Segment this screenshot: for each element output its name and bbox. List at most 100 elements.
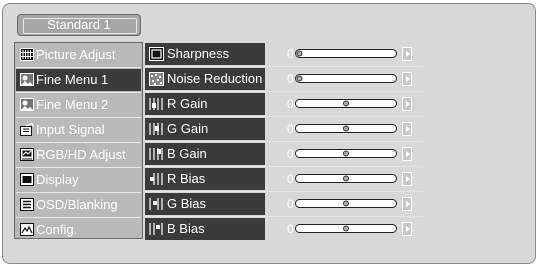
increase-arrow-icon[interactable] — [402, 172, 412, 186]
param-row-b-bias[interactable]: B Bias 0 — [145, 218, 423, 240]
fine-menu-icon — [20, 98, 34, 111]
slider-knob[interactable] — [343, 200, 349, 207]
param-label-box: B Bias — [145, 218, 265, 240]
param-value: 0 — [287, 97, 294, 111]
param-slider[interactable] — [295, 49, 397, 58]
param-label: G Gain — [167, 121, 209, 136]
increase-arrow-icon[interactable] — [402, 97, 412, 111]
sharpness-icon — [149, 47, 164, 61]
menu-divider — [16, 142, 141, 143]
row-divider — [145, 216, 423, 217]
row-divider — [145, 66, 423, 67]
param-label-box: B Gain — [145, 143, 265, 165]
increase-arrow-icon[interactable] — [402, 197, 412, 211]
slider-knob[interactable] — [343, 125, 349, 132]
menu-item-display[interactable]: Display — [16, 169, 141, 191]
display-icon — [20, 173, 34, 186]
param-label: Noise Reduction — [167, 71, 263, 86]
rgb-hd-adjust-icon — [20, 148, 34, 161]
gain-icon — [149, 123, 163, 135]
param-slider[interactable] — [295, 124, 397, 133]
menu-item-input-signal[interactable]: Input Signal — [16, 119, 141, 141]
param-slider[interactable] — [295, 149, 397, 158]
osd-panel: Standard 1 Picture Adjust Fine Menu 1 Fi… — [2, 3, 536, 264]
row-divider — [145, 141, 423, 142]
menu-item-label: Input Signal — [36, 122, 105, 137]
param-row-sharpness[interactable]: Sharpness 0 — [145, 43, 423, 65]
slider-knob[interactable] — [343, 150, 349, 157]
param-row-b-gain[interactable]: B Gain 0 — [145, 143, 423, 165]
increase-arrow-icon[interactable] — [402, 147, 412, 161]
fine-menu-1-parameters: Sharpness 0 Noise Reduction 0 R Gain 0 G… — [145, 42, 423, 240]
input-signal-icon — [20, 123, 34, 136]
menu-item-label: RGB/HD Adjust — [36, 147, 126, 162]
menu-divider — [16, 217, 141, 218]
row-divider — [145, 166, 423, 167]
increase-arrow-icon[interactable] — [402, 47, 412, 61]
bias-icon — [150, 173, 163, 185]
slider-knob[interactable] — [343, 175, 349, 182]
menu-item-rgb-hd-adjust[interactable]: RGB/HD Adjust — [16, 144, 141, 166]
param-slider[interactable] — [295, 99, 397, 108]
slider-knob[interactable] — [343, 100, 349, 107]
param-label-box: Sharpness — [145, 43, 265, 65]
menu-divider — [16, 92, 141, 93]
slider-knob[interactable] — [343, 225, 349, 232]
param-value: 0 — [287, 197, 294, 211]
param-label-box: Noise Reduction — [145, 68, 265, 90]
param-label: R Gain — [167, 96, 208, 111]
menu-item-label: Config. — [36, 222, 78, 237]
param-row-g-bias[interactable]: G Bias 0 — [145, 193, 423, 215]
menu-item-fine-menu-2[interactable]: Fine Menu 2 — [16, 94, 141, 116]
param-value: 0 — [287, 122, 294, 136]
increase-arrow-icon[interactable] — [402, 122, 412, 136]
param-label-box: R Bias — [145, 168, 265, 190]
menu-item-picture-adjust[interactable]: Picture Adjust — [16, 44, 141, 66]
row-divider — [145, 191, 423, 192]
param-slider[interactable] — [295, 174, 397, 183]
menu-item-osd-blanking[interactable]: OSD/Blanking — [16, 194, 141, 216]
param-row-g-gain[interactable]: G Gain 0 — [145, 118, 423, 140]
bias-icon — [149, 223, 163, 235]
param-label-box: R Gain — [145, 93, 265, 115]
config-icon — [20, 223, 34, 236]
picture-adjust-icon — [20, 48, 34, 61]
param-value: 0 — [287, 72, 294, 86]
slider-knob[interactable] — [296, 50, 303, 57]
slider-knob[interactable] — [296, 75, 303, 82]
row-divider — [145, 116, 423, 117]
main-menu: Picture Adjust Fine Menu 1 Fine Menu 2 I… — [14, 42, 143, 239]
param-label-box: G Bias — [145, 193, 265, 215]
menu-divider — [16, 192, 141, 193]
picture-mode-button[interactable]: Standard 1 — [17, 14, 141, 36]
osd-blanking-icon — [20, 198, 34, 211]
increase-arrow-icon[interactable] — [402, 72, 412, 86]
param-label: Sharpness — [167, 46, 230, 61]
menu-item-config[interactable]: Config. — [16, 219, 141, 241]
param-value: 0 — [287, 47, 294, 61]
fine-menu-icon — [20, 73, 34, 86]
bias-icon — [149, 198, 163, 210]
menu-item-fine-menu-1[interactable]: Fine Menu 1 — [16, 69, 141, 91]
menu-item-label: Fine Menu 2 — [36, 97, 109, 112]
param-value: 0 — [287, 222, 294, 236]
param-row-r-bias[interactable]: R Bias 0 — [145, 168, 423, 190]
param-label: B Bias — [167, 221, 205, 236]
param-label: B Gain — [167, 146, 207, 161]
param-row-r-gain[interactable]: R Gain 0 — [145, 93, 423, 115]
menu-divider — [16, 117, 141, 118]
row-divider — [145, 91, 423, 92]
menu-item-label: Display — [36, 172, 79, 187]
menu-item-label: OSD/Blanking — [36, 197, 118, 212]
gain-icon — [149, 148, 163, 160]
increase-arrow-icon[interactable] — [402, 222, 412, 236]
param-slider[interactable] — [295, 224, 397, 233]
picture-mode-label: Standard 1 — [47, 17, 111, 32]
param-slider[interactable] — [295, 199, 397, 208]
param-value: 0 — [287, 147, 294, 161]
param-label: G Bias — [167, 196, 207, 211]
param-label: R Bias — [167, 171, 206, 186]
param-slider[interactable] — [295, 74, 397, 83]
param-row-noise-reduction[interactable]: Noise Reduction 0 — [145, 68, 423, 90]
param-value: 0 — [287, 172, 294, 186]
